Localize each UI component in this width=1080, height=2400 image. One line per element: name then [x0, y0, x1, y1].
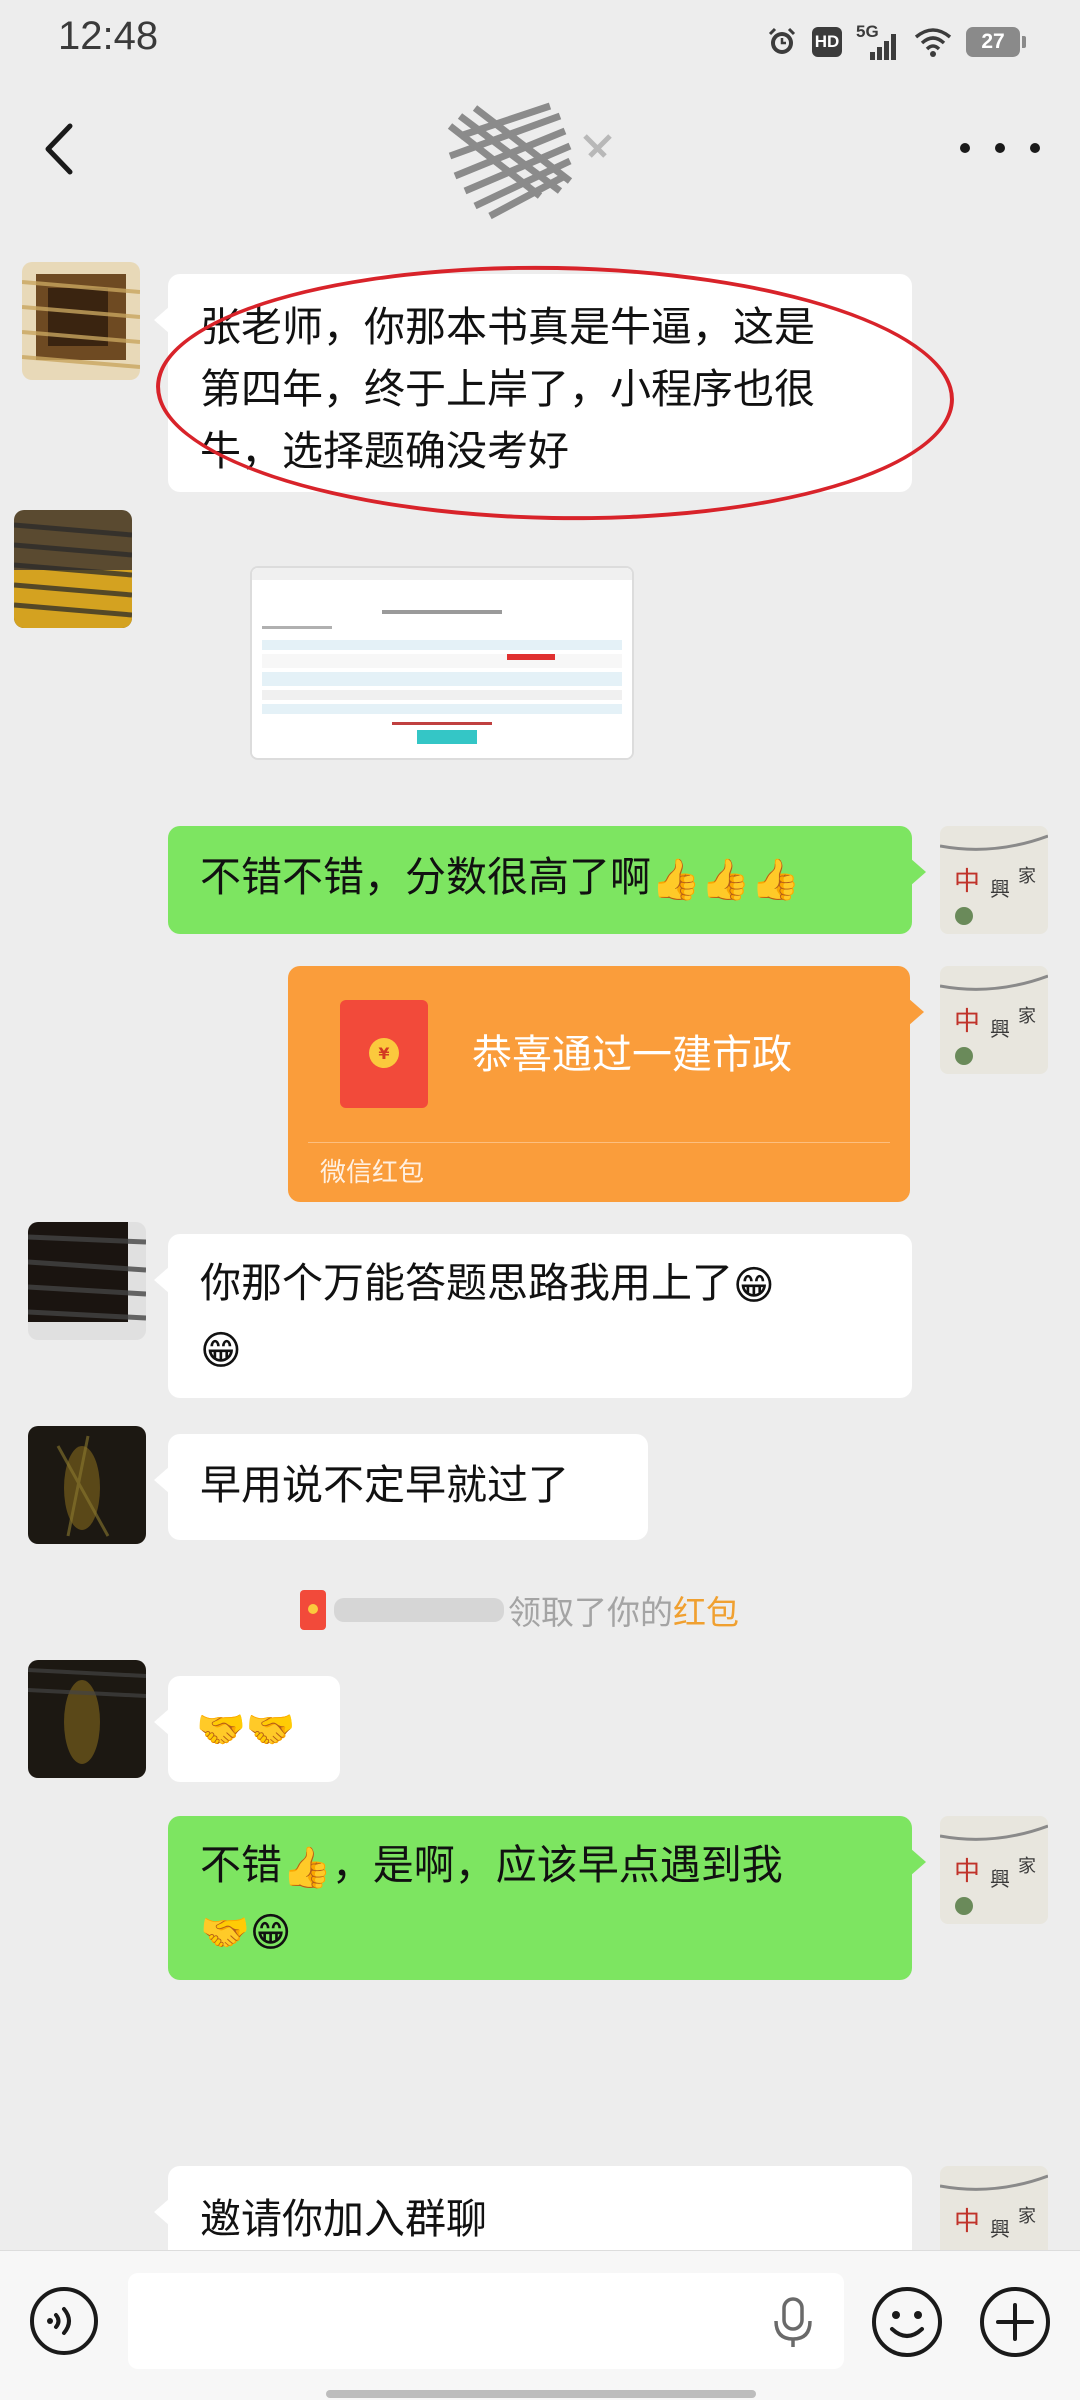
message-text: 邀请你加入群聊 [200, 2195, 487, 2243]
signal-icon: 5G [856, 22, 900, 62]
battery-icon: 27 [966, 27, 1026, 57]
svg-text:興: 興 [990, 1017, 1010, 1041]
svg-text:中: 中 [954, 867, 980, 897]
svg-text:中: 中 [954, 1857, 980, 1887]
divider [308, 1142, 890, 1143]
message-bubble[interactable]: 不错👍，是啊，应该早点遇到我 🤝😁 [168, 1816, 926, 1980]
svg-text:興: 興 [990, 2217, 1010, 2241]
avatar[interactable] [22, 262, 140, 380]
svg-text:家: 家 [1018, 866, 1036, 887]
svg-text:家: 家 [1018, 1856, 1036, 1877]
input-bar [0, 2250, 1080, 2400]
red-packet-title: 恭喜通过一建市政 [472, 1032, 792, 1078]
back-icon[interactable] [30, 114, 90, 184]
message-bubble[interactable]: 你那个万能答题思路我用上了😁 😁 [154, 1234, 912, 1398]
status-time: 12:48 [58, 14, 159, 58]
image-message[interactable] [250, 566, 634, 760]
more-icon[interactable] [960, 128, 1040, 168]
blurred-name [334, 1598, 504, 1622]
home-indicator[interactable] [326, 2390, 756, 2398]
exam-result-thumbnail [252, 568, 632, 758]
wifi-icon [914, 28, 952, 57]
message-bubble[interactable]: 🤝🤝 [154, 1676, 340, 1782]
grin-emoji-icon: 😁 [200, 1328, 242, 1374]
grin-emoji-icon: 😁 [733, 1263, 775, 1309]
status-bar: 12:48 HD 5G 27 [0, 0, 1080, 84]
handshake-grin-emoji-icon: 🤝😁 [200, 1910, 292, 1956]
alarm-icon [768, 27, 796, 54]
thumbs-up-icon: 👍👍👍 [651, 857, 801, 903]
chat-title-scribble [447, 102, 612, 220]
mic-icon[interactable] [768, 2295, 818, 2351]
message-text: 你那个万能答题思路我用上了 [200, 1259, 733, 1307]
avatar[interactable] [28, 1660, 146, 1778]
svg-text:興: 興 [990, 877, 1010, 901]
svg-text:家: 家 [1018, 1006, 1036, 1027]
avatar-self[interactable]: 中 興 家 [940, 826, 1048, 934]
message-text: 不错不错，分数很高了啊 [200, 853, 651, 901]
red-packet-label: 微信红包 [320, 1158, 425, 1188]
thumbs-up-icon: 👍 [282, 1845, 332, 1891]
svg-text:中: 中 [954, 1007, 980, 1037]
avatar[interactable] [14, 510, 132, 628]
avatar-self[interactable]: 中 興 家 [940, 966, 1048, 1074]
emoji-icon[interactable] [870, 2285, 944, 2359]
message-bubble[interactable]: 早用说不定早就过了 [154, 1434, 648, 1540]
red-packet-message[interactable]: ¥ 恭喜通过一建市政 微信红包 [288, 966, 924, 1202]
notice-text: 领取了你的 [508, 1593, 673, 1632]
avatar[interactable] [28, 1222, 146, 1340]
hd-icon: HD [812, 27, 842, 57]
message-input[interactable] [128, 2273, 844, 2369]
svg-text:興: 興 [990, 1867, 1010, 1891]
handshake-emoji-icon: 🤝🤝 [196, 1707, 296, 1753]
system-notice: 领取了你的 红包 [300, 1580, 739, 1640]
red-packet-icon: ¥ [340, 1000, 428, 1108]
red-packet-link[interactable]: 红包 [673, 1586, 739, 1634]
svg-text:家: 家 [1018, 2206, 1036, 2227]
red-packet-icon [300, 1590, 326, 1630]
plus-icon[interactable] [978, 2285, 1052, 2359]
message-text: 不错 [200, 1841, 282, 1889]
nav-bar [0, 84, 1080, 220]
voice-icon[interactable] [28, 2285, 100, 2357]
message-text: 早用说不定早就过了 [200, 1461, 569, 1509]
avatar[interactable] [28, 1426, 146, 1544]
message-text: ，是啊，应该早点遇到我 [331, 1841, 783, 1889]
svg-text:中: 中 [954, 2207, 980, 2237]
status-icons: HD 5G 27 [766, 20, 1026, 64]
message-bubble[interactable]: 不错不错，分数很高了啊👍👍👍 [168, 826, 926, 934]
avatar-self[interactable]: 中 興 家 [940, 1816, 1048, 1924]
chat-screen: 12:48 HD 5G 27 张老师，你那本书真是牛逼，这是 第四年，终于上岸了… [0, 0, 1080, 2400]
